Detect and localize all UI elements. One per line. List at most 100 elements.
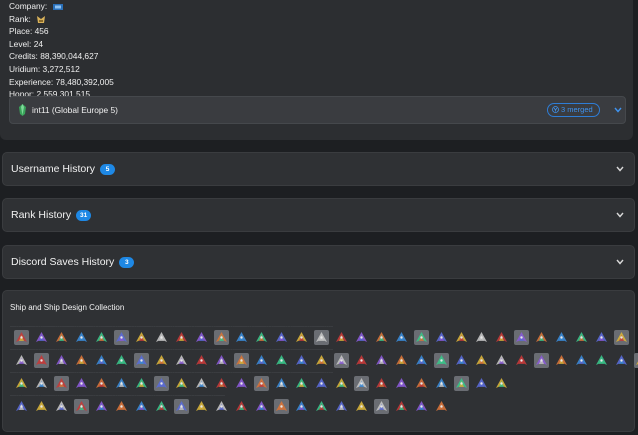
ship-thumbnail-icon[interactable] [94, 399, 109, 414]
ship-thumbnail-icon[interactable] [274, 330, 289, 345]
ship-thumbnail-icon[interactable] [174, 376, 189, 391]
ship-thumbnail-icon[interactable] [14, 353, 29, 368]
ship-thumbnail-icon[interactable] [54, 399, 69, 414]
ship-thumbnail-icon[interactable] [134, 376, 149, 391]
ship-thumbnail-icon[interactable] [474, 330, 489, 345]
ship-thumbnail-icon[interactable] [314, 376, 329, 391]
ship-thumbnail-icon[interactable] [94, 330, 109, 345]
ship-thumbnail-icon[interactable] [474, 353, 489, 368]
ship-thumbnail-icon[interactable] [514, 353, 529, 368]
ship-thumbnail-icon[interactable] [394, 399, 409, 414]
ship-thumbnail-icon[interactable] [114, 330, 129, 345]
ship-thumbnail-icon[interactable] [54, 376, 69, 391]
ship-thumbnail-icon[interactable] [74, 399, 89, 414]
ship-thumbnail-icon[interactable] [334, 353, 349, 368]
ship-thumbnail-icon[interactable] [14, 330, 29, 345]
ship-thumbnail-icon[interactable] [314, 353, 329, 368]
ship-thumbnail-icon[interactable] [34, 376, 49, 391]
ship-thumbnail-icon[interactable] [154, 399, 169, 414]
ship-thumbnail-icon[interactable] [194, 330, 209, 345]
ship-thumbnail-icon[interactable] [374, 353, 389, 368]
rank-history-section[interactable]: Rank History 31 [2, 198, 635, 232]
ship-thumbnail-icon[interactable] [194, 399, 209, 414]
ship-thumbnail-icon[interactable] [134, 330, 149, 345]
ship-thumbnail-icon[interactable] [34, 330, 49, 345]
ship-thumbnail-icon[interactable] [474, 376, 489, 391]
ship-thumbnail-icon[interactable] [374, 376, 389, 391]
ship-thumbnail-icon[interactable] [174, 399, 189, 414]
ship-thumbnail-icon[interactable] [494, 353, 509, 368]
ship-thumbnail-icon[interactable] [554, 353, 569, 368]
ship-thumbnail-icon[interactable] [274, 353, 289, 368]
ship-thumbnail-icon[interactable] [494, 330, 509, 345]
ship-thumbnail-icon[interactable] [434, 330, 449, 345]
merged-servers-badge[interactable]: 3 merged [547, 103, 600, 117]
ship-thumbnail-icon[interactable] [34, 353, 49, 368]
ship-thumbnail-icon[interactable] [214, 376, 229, 391]
ship-thumbnail-icon[interactable] [574, 353, 589, 368]
ship-thumbnail-icon[interactable] [334, 330, 349, 345]
discord-saves-history-section[interactable]: Discord Saves History 3 [2, 245, 635, 279]
ship-thumbnail-icon[interactable] [94, 353, 109, 368]
ship-thumbnail-icon[interactable] [394, 376, 409, 391]
ship-thumbnail-icon[interactable] [214, 353, 229, 368]
ship-thumbnail-icon[interactable] [74, 376, 89, 391]
ship-thumbnail-icon[interactable] [434, 376, 449, 391]
ship-thumbnail-icon[interactable] [454, 376, 469, 391]
ship-thumbnail-icon[interactable] [214, 399, 229, 414]
chevron-down-icon[interactable] [616, 212, 624, 218]
ship-thumbnail-icon[interactable] [74, 330, 89, 345]
username-history-section[interactable]: Username History 5 [2, 152, 635, 186]
ship-thumbnail-icon[interactable] [554, 330, 569, 345]
ship-thumbnail-icon[interactable] [234, 399, 249, 414]
ship-thumbnail-icon[interactable] [414, 330, 429, 345]
ship-thumbnail-icon[interactable] [114, 399, 129, 414]
ship-thumbnail-icon[interactable] [194, 353, 209, 368]
ship-thumbnail-icon[interactable] [454, 353, 469, 368]
ship-thumbnail-icon[interactable] [354, 353, 369, 368]
ship-thumbnail-icon[interactable] [574, 330, 589, 345]
ship-thumbnail-icon[interactable] [454, 330, 469, 345]
ship-thumbnail-icon[interactable] [114, 353, 129, 368]
ship-thumbnail-icon[interactable] [594, 353, 609, 368]
chevron-down-icon[interactable] [614, 107, 622, 113]
ship-thumbnail-icon[interactable] [154, 376, 169, 391]
ship-thumbnail-icon[interactable] [334, 376, 349, 391]
ship-thumbnail-icon[interactable] [394, 330, 409, 345]
ship-thumbnail-icon[interactable] [354, 376, 369, 391]
ship-thumbnail-icon[interactable] [214, 330, 229, 345]
ship-thumbnail-icon[interactable] [434, 399, 449, 414]
ship-thumbnail-icon[interactable] [154, 330, 169, 345]
ship-thumbnail-icon[interactable] [314, 330, 329, 345]
ship-thumbnail-icon[interactable] [14, 399, 29, 414]
ship-thumbnail-icon[interactable] [414, 353, 429, 368]
ship-thumbnail-icon[interactable] [494, 376, 509, 391]
ship-thumbnail-icon[interactable] [34, 399, 49, 414]
ship-thumbnail-icon[interactable] [514, 330, 529, 345]
ship-thumbnail-icon[interactable] [294, 353, 309, 368]
ship-thumbnail-icon[interactable] [234, 330, 249, 345]
ship-thumbnail-icon[interactable] [334, 399, 349, 414]
ship-thumbnail-icon[interactable] [414, 376, 429, 391]
ship-thumbnail-icon[interactable] [414, 399, 429, 414]
ship-thumbnail-icon[interactable] [134, 399, 149, 414]
ship-thumbnail-icon[interactable] [154, 353, 169, 368]
ship-thumbnail-icon[interactable] [534, 353, 549, 368]
ship-thumbnail-icon[interactable] [594, 330, 609, 345]
ship-thumbnail-icon[interactable] [254, 330, 269, 345]
ship-thumbnail-icon[interactable] [374, 330, 389, 345]
ship-thumbnail-icon[interactable] [234, 353, 249, 368]
ship-thumbnail-icon[interactable] [534, 330, 549, 345]
ship-thumbnail-icon[interactable] [354, 330, 369, 345]
ship-thumbnail-icon[interactable] [354, 399, 369, 414]
ship-thumbnail-icon[interactable] [54, 353, 69, 368]
ship-thumbnail-icon[interactable] [234, 376, 249, 391]
ship-thumbnail-icon[interactable] [254, 353, 269, 368]
ship-thumbnail-icon[interactable] [134, 353, 149, 368]
ship-thumbnail-icon[interactable] [114, 376, 129, 391]
ship-thumbnail-icon[interactable] [374, 399, 389, 414]
ship-thumbnail-icon[interactable] [254, 376, 269, 391]
ship-thumbnail-icon[interactable] [434, 353, 449, 368]
ship-thumbnail-icon[interactable] [614, 330, 629, 345]
ship-thumbnail-icon[interactable] [94, 376, 109, 391]
